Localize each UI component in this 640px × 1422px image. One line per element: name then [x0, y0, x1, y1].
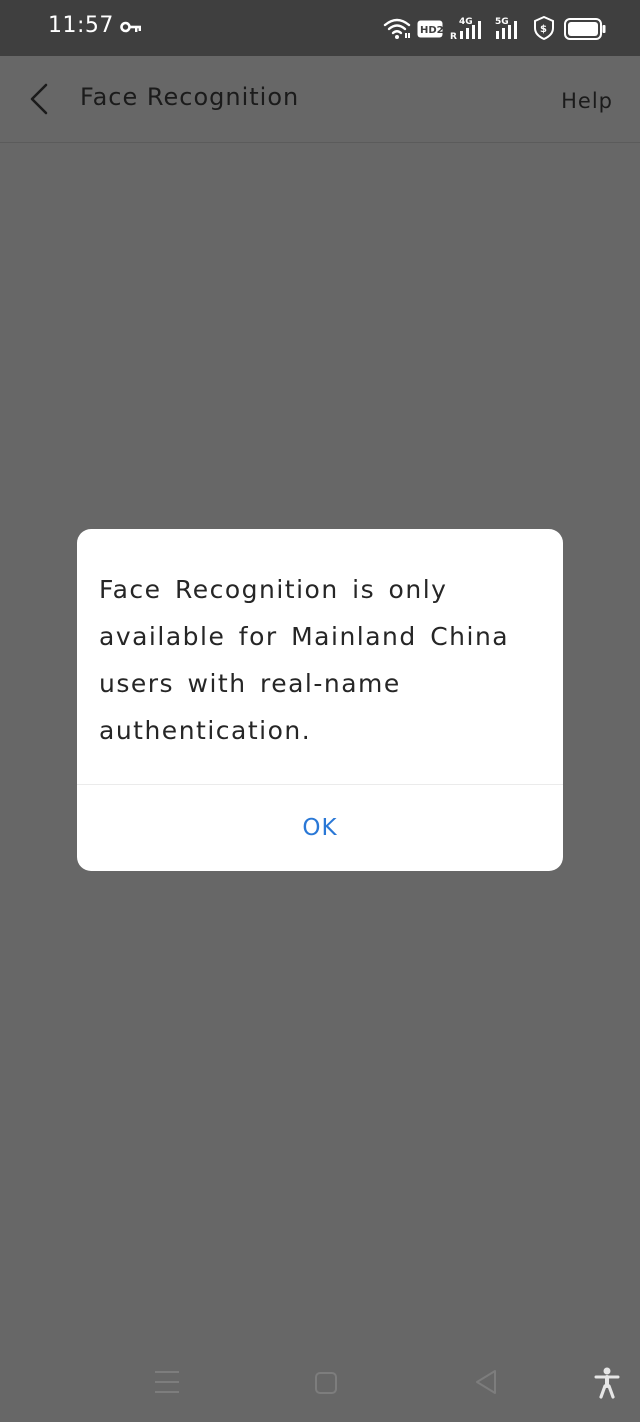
wifi-icon [383, 16, 411, 44]
shield-icon: $ [533, 16, 555, 44]
network-label-4g: 4G [459, 17, 473, 27]
svg-text:$: $ [540, 24, 547, 35]
signal-4g-icon: 4G R [449, 15, 487, 43]
roaming-label: R [450, 32, 457, 41]
key-icon [120, 20, 142, 48]
status-time: 11:57 [48, 13, 114, 38]
help-button[interactable]: Help [561, 89, 613, 113]
back-triangle-icon [476, 1370, 496, 1394]
menu-icon [155, 1371, 179, 1393]
app-header: Face Recognition Help [0, 56, 640, 143]
signal-5g-icon: 5G [494, 15, 526, 43]
network-label-5g: 5G [495, 17, 509, 27]
alert-dialog: Face Recognition is only available for M… [77, 529, 563, 871]
battery-icon [564, 18, 606, 46]
navigation-bar [0, 1345, 640, 1422]
menu-button[interactable] [154, 1370, 180, 1394]
accessibility-icon [594, 1367, 620, 1399]
home-button[interactable] [314, 1371, 338, 1395]
hd-label: HD2 [420, 25, 443, 36]
back-arrow-icon [30, 83, 48, 115]
ok-button[interactable]: OK [77, 785, 563, 871]
back-nav-button[interactable] [474, 1369, 498, 1395]
status-bar: 11:57 HD2 4G R 5G $ [0, 0, 640, 56]
page-title: Face Recognition [80, 83, 300, 111]
back-button[interactable] [18, 76, 62, 122]
home-icon [315, 1372, 337, 1394]
accessibility-button[interactable] [594, 1367, 620, 1399]
dialog-message: Face Recognition is only available for M… [99, 575, 510, 745]
hd-icon: HD2 [417, 20, 443, 48]
